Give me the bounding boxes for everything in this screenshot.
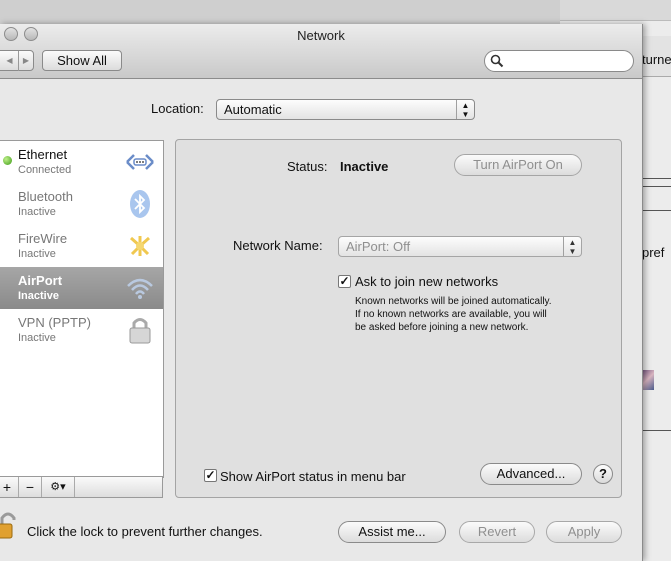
network-name-value: AirPort: Off	[346, 239, 411, 254]
location-popup[interactable]: Automatic ▲ ▼	[216, 99, 475, 120]
network-name-popup[interactable]: AirPort: Off ▲ ▼	[338, 236, 582, 257]
ask-join-label: Ask to join new networks	[355, 274, 499, 289]
ask-join-help-line: be asked before joining a new network.	[355, 322, 529, 333]
firewire-icon	[130, 236, 150, 256]
back-button[interactable]: ◀	[1, 51, 19, 71]
turn-airport-on-button[interactable]: Turn AirPort On	[454, 154, 582, 176]
service-item-vpn[interactable]: VPN (PPTP) Inactive	[0, 309, 163, 351]
assist-me-button[interactable]: Assist me...	[338, 521, 446, 543]
airport-detail-pane: Status: Inactive Turn AirPort On Network…	[175, 139, 622, 498]
popup-arrows-icon: ▲ ▼	[563, 237, 581, 256]
background-window-text-2: pref	[642, 245, 665, 260]
service-list-footer: + − ⚙▾	[0, 476, 163, 498]
search-field[interactable]	[484, 50, 634, 72]
window-title: Network	[297, 28, 345, 43]
service-name: Ethernet	[18, 147, 68, 162]
location-value: Automatic	[224, 102, 282, 117]
ask-join-help-line: Known networks will be joined automatica…	[355, 296, 552, 307]
advanced-button[interactable]: Advanced...	[480, 463, 582, 485]
service-status: Connected	[18, 164, 72, 176]
titlebar: Network ◀ ▶ Show All	[0, 24, 642, 79]
bluetooth-icon	[130, 190, 150, 218]
forward-button[interactable]: ▶	[19, 51, 33, 71]
service-item-bluetooth[interactable]: Bluetooth Inactive	[0, 183, 163, 225]
background-divider	[642, 186, 671, 187]
service-name: Bluetooth	[18, 189, 73, 204]
apply-button[interactable]: Apply	[546, 521, 622, 543]
show-status-label: Show AirPort status in menu bar	[220, 469, 406, 484]
lock-message: Click the lock to prevent further change…	[27, 524, 263, 539]
search-icon	[490, 54, 504, 68]
show-all-button[interactable]: Show All	[42, 50, 122, 71]
service-status: Inactive	[18, 248, 56, 260]
remove-service-button[interactable]: −	[19, 477, 42, 497]
background-window-text-1: turne	[642, 52, 671, 67]
connected-status-dot	[3, 156, 12, 165]
wifi-icon	[127, 278, 153, 299]
service-name: VPN (PPTP)	[18, 315, 91, 330]
service-name: AirPort	[18, 273, 63, 288]
background-divider	[642, 178, 671, 179]
background-window-titlebar	[560, 0, 671, 21]
vpn-lock-icon	[129, 318, 151, 344]
background-divider	[642, 430, 671, 431]
revert-button[interactable]: Revert	[459, 521, 535, 543]
network-name-label: Network Name:	[233, 238, 323, 253]
lock-icon[interactable]	[0, 510, 18, 540]
nav-segmented: ◀ ▶	[0, 50, 34, 71]
service-status: Inactive	[18, 206, 56, 218]
help-button[interactable]: ?	[593, 464, 613, 484]
status-value: Inactive	[340, 159, 389, 174]
ethernet-icon	[126, 154, 154, 170]
service-status: Inactive	[18, 332, 56, 344]
add-service-button[interactable]: +	[0, 477, 19, 497]
ask-join-help-text: Known networks will be joined automatica…	[355, 295, 552, 334]
status-label: Status:	[287, 159, 328, 174]
show-status-checkbox[interactable]: ✓	[204, 469, 217, 482]
service-item-firewire[interactable]: FireWire Inactive	[0, 225, 163, 267]
service-item-ethernet[interactable]: Ethernet Connected	[0, 141, 163, 183]
background-divider	[642, 210, 671, 211]
service-list: Ethernet Connected Bluetooth Inactive Fi…	[0, 140, 164, 478]
network-preferences-window: Network ◀ ▶ Show All Location: Automatic…	[0, 24, 643, 561]
ask-join-checkbox[interactable]: ✓	[338, 275, 351, 288]
service-name: FireWire	[18, 231, 68, 246]
service-status: Inactive	[18, 290, 59, 302]
popup-arrows-icon: ▲ ▼	[456, 100, 474, 119]
location-label: Location:	[151, 101, 204, 116]
service-item-airport[interactable]: AirPort Inactive	[0, 267, 163, 309]
service-action-menu[interactable]: ⚙▾	[42, 477, 75, 497]
ask-join-help-line: If no known networks are available, you …	[355, 309, 547, 320]
